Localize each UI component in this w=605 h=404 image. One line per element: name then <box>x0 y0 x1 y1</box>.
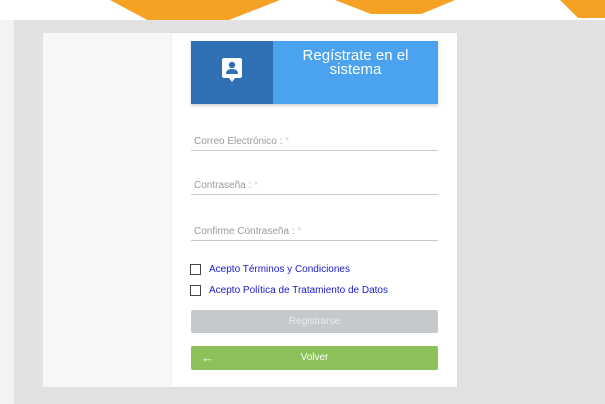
confirm-password-field[interactable]: Confirme Contraseña : * <box>191 220 438 241</box>
header-title: Regístrate en el sistema <box>273 48 438 78</box>
back-arrow-icon: ← <box>201 350 214 365</box>
page-top-background <box>0 0 605 20</box>
back-button[interactable]: ← Volver <box>191 346 438 370</box>
register-button[interactable]: Registrarse <box>191 310 438 333</box>
email-label-text: Correo Electrónico : <box>194 136 283 147</box>
header-icon-box <box>191 41 273 104</box>
privacy-row[interactable]: Acepto Política de Tratamiento de Datos <box>190 283 388 297</box>
password-field[interactable]: Contraseña : * <box>191 174 438 195</box>
confirm-password-label-text: Confirme Contraseña : <box>194 226 295 237</box>
header-title-line2: sistema <box>329 61 382 78</box>
privacy-checkbox[interactable] <box>190 284 201 296</box>
privacy-label[interactable]: Acepto Política de Tratamiento de Datos <box>209 285 388 296</box>
password-label-text: Contraseña : <box>194 180 252 191</box>
email-field[interactable]: Correo Electrónico : * <box>191 130 438 151</box>
back-button-label: Volver <box>300 352 329 363</box>
terms-checkbox[interactable] <box>190 263 201 275</box>
register-header: Regístrate en el sistema <box>191 41 438 104</box>
confirm-password-field-label: Confirme Contraseña : * <box>194 226 301 237</box>
required-mark: * <box>285 136 290 147</box>
terms-row[interactable]: Acepto Términos y Condiciones <box>190 262 350 276</box>
required-mark: * <box>254 180 258 191</box>
email-field-label: Correo Electrónico : * <box>194 136 289 147</box>
password-field-label: Contraseña : * <box>194 180 258 191</box>
required-mark: * <box>297 226 302 237</box>
contact-card-icon <box>222 58 242 87</box>
terms-label[interactable]: Acepto Términos y Condiciones <box>209 264 350 275</box>
